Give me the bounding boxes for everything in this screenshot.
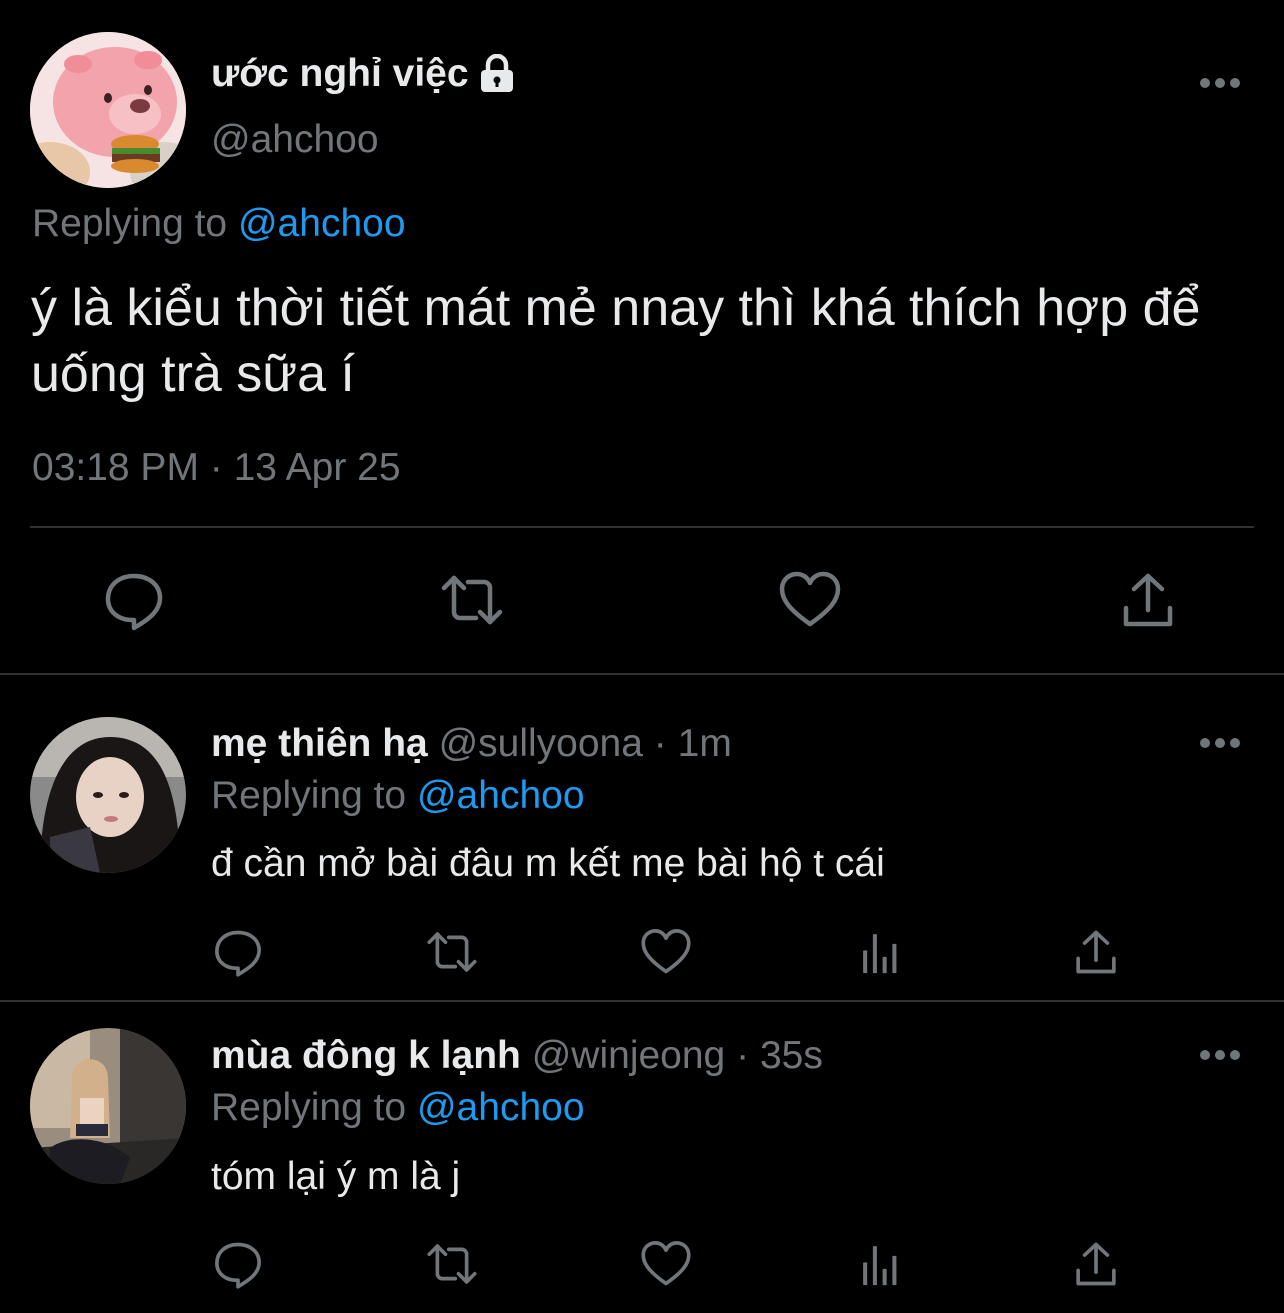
reply-icon[interactable] (102, 568, 166, 632)
share-icon[interactable] (1070, 1238, 1122, 1290)
retweet-icon[interactable] (426, 1238, 478, 1290)
like-icon[interactable] (778, 568, 842, 632)
replying-to-label: Replying to (32, 202, 228, 245)
replying-to-label: Replying to (211, 774, 407, 817)
replying-to-label: Replying to (211, 1086, 407, 1129)
replying-to: Replying to @ahchoo (211, 1086, 585, 1130)
display-name-text: ước nghỉ việc (211, 52, 469, 95)
avatar-image (30, 717, 186, 873)
more-options-icon[interactable] (1200, 78, 1240, 90)
analytics-icon[interactable] (855, 1238, 907, 1290)
analytics-icon[interactable] (855, 926, 907, 978)
like-icon[interactable] (640, 926, 692, 978)
reply-time[interactable]: 1m (678, 722, 732, 765)
reply-text: đ cần mở bài đâu m kết mẹ bài hộ t cái (211, 842, 885, 885)
divider (30, 526, 1254, 528)
mention-link[interactable]: @ahchoo (417, 774, 585, 817)
share-icon[interactable] (1070, 926, 1122, 978)
divider (0, 1000, 1284, 1002)
tweet-thread: ước nghỉ việc @ahchoo Replying to @ahcho… (0, 0, 1284, 1313)
reply-icon[interactable] (212, 926, 264, 978)
more-options-icon[interactable] (1200, 738, 1240, 750)
tweet-timestamp[interactable]: 03:18 PM · 13 Apr 25 (32, 446, 401, 490)
mention-link[interactable]: @ahchoo (238, 202, 406, 245)
tweet-text: ý là kiểu thời tiết mát mẻ nnay thì khá … (31, 279, 1201, 403)
handle[interactable]: @winjeong (532, 1034, 726, 1077)
like-icon[interactable] (640, 1238, 692, 1290)
lock-icon (477, 53, 517, 94)
avatar[interactable] (30, 32, 186, 188)
reply-time[interactable]: 35s (760, 1034, 823, 1077)
reply-header: mẹ thiên hạ @sullyoona · 1m (211, 722, 732, 766)
handle[interactable]: @ahchoo (211, 118, 379, 162)
divider (0, 673, 1284, 675)
display-name[interactable]: ước nghỉ việc (211, 52, 517, 96)
retweet-icon[interactable] (426, 926, 478, 978)
reply-text: tóm lại ý m là j (211, 1155, 461, 1198)
display-name[interactable]: mùa đông k lạnh (211, 1034, 521, 1077)
avatar-image (30, 1028, 186, 1184)
avatar[interactable] (30, 717, 186, 873)
separator-dot: · (653, 722, 667, 765)
display-name[interactable]: mẹ thiên hạ (211, 722, 428, 765)
reply-header: mùa đông k lạnh @winjeong · 35s (211, 1034, 823, 1078)
handle[interactable]: @sullyoona (439, 722, 643, 765)
retweet-icon[interactable] (440, 568, 504, 632)
avatar[interactable] (30, 1028, 186, 1184)
more-options-icon[interactable] (1200, 1050, 1240, 1062)
avatar-image (30, 32, 186, 188)
replying-to: Replying to @ahchoo (211, 774, 585, 818)
mention-link[interactable]: @ahchoo (417, 1086, 585, 1129)
reply-icon[interactable] (212, 1238, 264, 1290)
separator-dot: · (736, 1034, 750, 1077)
share-icon[interactable] (1116, 568, 1180, 632)
replying-to: Replying to @ahchoo (32, 202, 406, 246)
